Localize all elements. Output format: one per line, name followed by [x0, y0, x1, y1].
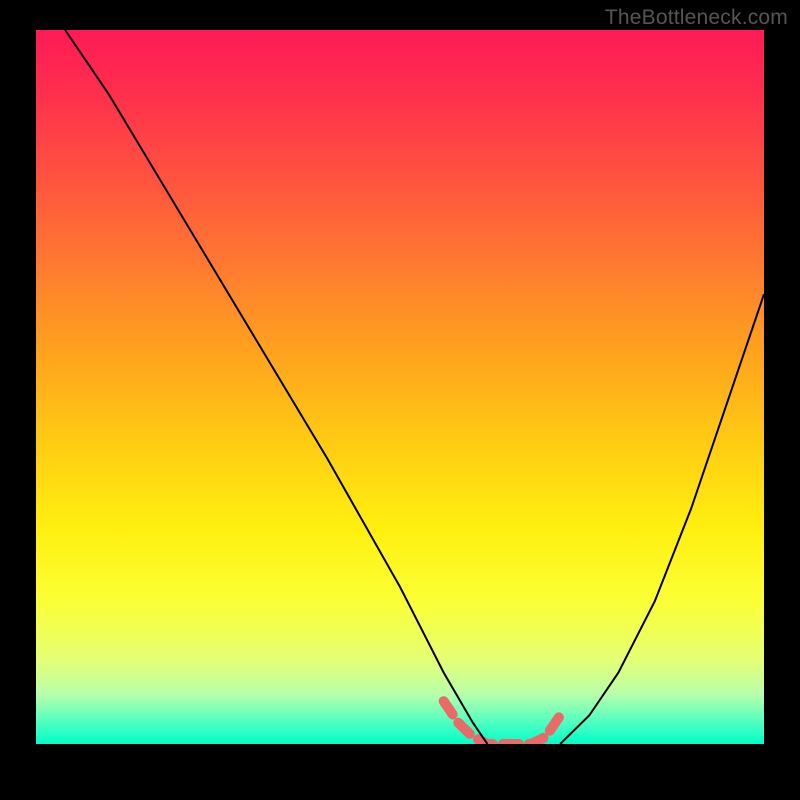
bottom-highlight-line — [444, 701, 561, 744]
plot-area — [36, 30, 764, 744]
left-branch-line — [65, 30, 487, 744]
watermark-text: TheBottleneck.com — [605, 6, 788, 30]
chart-container: TheBottleneck.com — [0, 0, 800, 800]
right-branch-line — [560, 294, 764, 744]
chart-svg — [36, 30, 764, 744]
